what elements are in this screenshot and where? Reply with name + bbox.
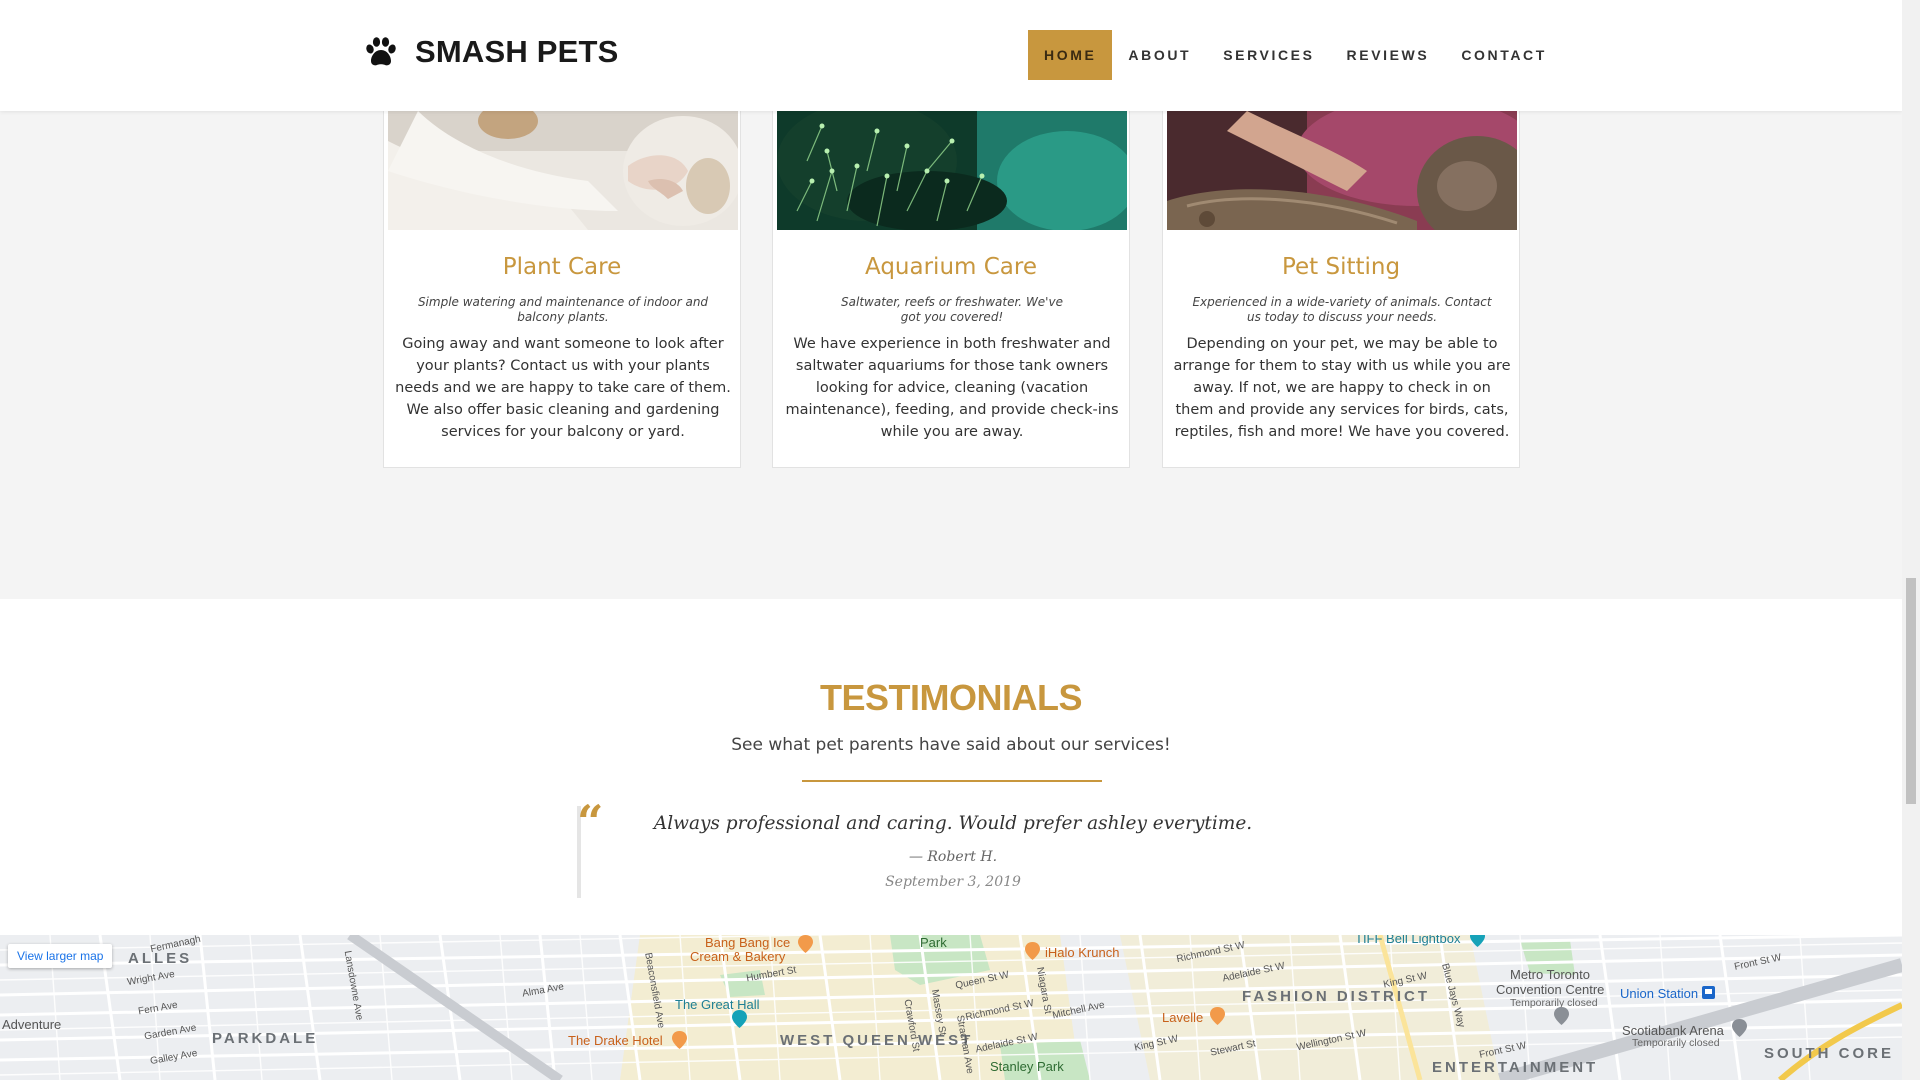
services-section: Plant Care Simple watering and maintenan… xyxy=(0,111,1902,599)
service-subtitle: Simple watering and maintenance of indoo… xyxy=(417,295,709,324)
site-logo[interactable]: SMASH PETS xyxy=(364,34,619,70)
nav-contact[interactable]: CONTACT xyxy=(1445,30,1563,80)
map-label: Park xyxy=(920,935,947,950)
service-subtitle: Experienced in a wide-variety of animals… xyxy=(1192,295,1492,324)
testimonial-date: September 3, 2019 xyxy=(885,874,1021,890)
page-scrollbar[interactable] xyxy=(1902,0,1920,1080)
testimonial-author: — Robert H. xyxy=(908,849,998,865)
map-label: Stanley Park xyxy=(990,1059,1064,1074)
map-label: Metro Toronto xyxy=(1510,967,1590,982)
service-description: Depending on your pet, we may be able to… xyxy=(1173,336,1511,440)
service-title: Aquarium Care xyxy=(865,254,1037,280)
section-divider xyxy=(802,780,1102,782)
venue-pin-icon[interactable] xyxy=(1470,935,1485,947)
map-label: TIFF Bell Lightbox xyxy=(1355,935,1461,946)
restaurant-pin-icon[interactable] xyxy=(1210,1007,1225,1025)
service-title: Plant Care xyxy=(502,254,622,280)
map-label: The Drake Hotel xyxy=(568,1033,663,1048)
site-header: SMASH PETS HOME ABOUT SERVICES REVIEWS C… xyxy=(0,0,1902,111)
map-label: PARKDALE xyxy=(212,1030,319,1047)
embedded-map[interactable]: View larger map ALLES PARKDALE WEST QUEE… xyxy=(0,935,1902,1080)
map-label: Union Station xyxy=(1620,986,1699,1001)
train-station-icon[interactable] xyxy=(1702,986,1715,999)
testimonials-section: TESTIMONIALS See what pet parents have s… xyxy=(0,599,1902,935)
service-description: We have experience in both freshwater an… xyxy=(785,336,1119,440)
service-description: Going away and want someone to look afte… xyxy=(395,336,731,440)
map-base xyxy=(0,935,1902,1080)
scrollbar-thumb[interactable] xyxy=(1906,578,1916,804)
service-subtitle: Saltwater, reefs or freshwater. We've go… xyxy=(841,295,1063,324)
map-label: Adventure xyxy=(2,1017,62,1032)
map-label: FASHION DISTRICT xyxy=(1242,988,1431,1005)
plant-care-image xyxy=(388,111,738,230)
restaurant-pin-icon[interactable] xyxy=(1025,942,1040,960)
view-larger-map-link[interactable]: View larger map xyxy=(8,944,113,968)
map-label: ENTERTAINMENT xyxy=(1432,1059,1599,1076)
map-label: iHalo Krunch xyxy=(1045,945,1120,960)
paw-icon xyxy=(366,37,396,66)
map-label: Temporarily closed xyxy=(1632,1037,1720,1049)
map-label: Cream & Bakery xyxy=(690,949,786,964)
quote-icon: “ xyxy=(577,795,604,849)
pet-sitting-image xyxy=(1167,111,1517,230)
map-label: Bang Bang Ice xyxy=(705,935,791,950)
nav-services[interactable]: SERVICES xyxy=(1207,30,1330,80)
restaurant-pin-icon[interactable] xyxy=(798,935,813,953)
main-nav: HOME ABOUT SERVICES REVIEWS CONTACT xyxy=(1028,30,1563,80)
service-card-aquarium-care: Aquarium Care Saltwater, reefs or freshw… xyxy=(772,111,1130,468)
testimonials-title: TESTIMONIALS xyxy=(820,677,1083,718)
nav-reviews[interactable]: REVIEWS xyxy=(1331,30,1446,80)
service-card-pet-sitting: Pet Sitting Experienced in a wide-variet… xyxy=(1162,111,1520,468)
hotel-pin-icon[interactable] xyxy=(672,1031,687,1049)
nav-about[interactable]: ABOUT xyxy=(1112,30,1207,80)
service-title: Pet Sitting xyxy=(1281,254,1401,280)
venue-pin-icon[interactable] xyxy=(1554,1007,1569,1025)
service-card-plant-care: Plant Care Simple watering and maintenan… xyxy=(383,111,741,468)
testimonials-subtitle: See what pet parents have said about our… xyxy=(731,735,1171,755)
brand-name: SMASH PETS xyxy=(415,34,619,69)
testimonial-quote: Always professional and caring. Would pr… xyxy=(653,813,1253,834)
nav-home[interactable]: HOME xyxy=(1028,30,1113,80)
map-label: SOUTH CORE xyxy=(1764,1045,1895,1062)
venue-pin-icon[interactable] xyxy=(732,1010,747,1028)
map-label: Scotiabank Arena xyxy=(1622,1023,1724,1038)
venue-pin-icon[interactable] xyxy=(1732,1019,1747,1037)
map-label: Lavelle xyxy=(1162,1010,1204,1025)
aquarium-care-image xyxy=(777,111,1127,230)
map-label: Convention Centre xyxy=(1496,982,1605,997)
